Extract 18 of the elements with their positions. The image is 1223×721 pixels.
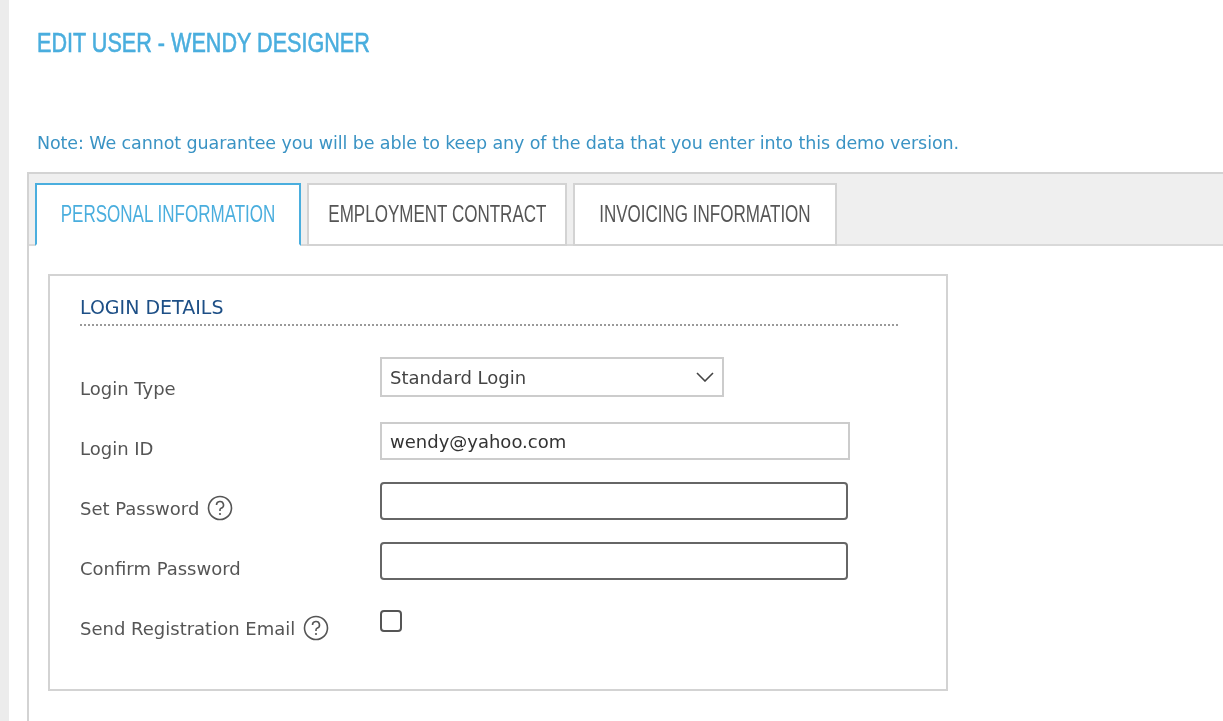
field-label: Confirm Password [80, 557, 241, 579]
field-label: Send Registration Email [80, 617, 296, 639]
login-type-select[interactable]: Standard Login [380, 357, 724, 397]
page-title: EDIT USER - WENDY DESIGNER [37, 28, 370, 59]
tab[interactable]: EMPLOYMENT CONTRACT [307, 183, 567, 246]
help-icon[interactable] [303, 615, 330, 641]
section-title: LOGIN DETAILS [80, 296, 898, 326]
help-icon[interactable] [207, 495, 234, 521]
password-field[interactable] [380, 542, 848, 580]
field-label: Login ID [80, 437, 154, 459]
tab[interactable]: INVOICING INFORMATION [573, 183, 837, 246]
demo-note: Note: We cannot guarantee you will be able to keep any of the data that you enter into this demo version. [37, 133, 960, 153]
input-field[interactable]: wendy@yahoo.com [380, 422, 850, 460]
checkbox[interactable] [380, 610, 402, 632]
password-field[interactable] [380, 482, 848, 520]
field-label: Login Type [80, 377, 176, 399]
field-label: Set Password [80, 497, 200, 519]
chevron-down-icon [696, 372, 714, 382]
